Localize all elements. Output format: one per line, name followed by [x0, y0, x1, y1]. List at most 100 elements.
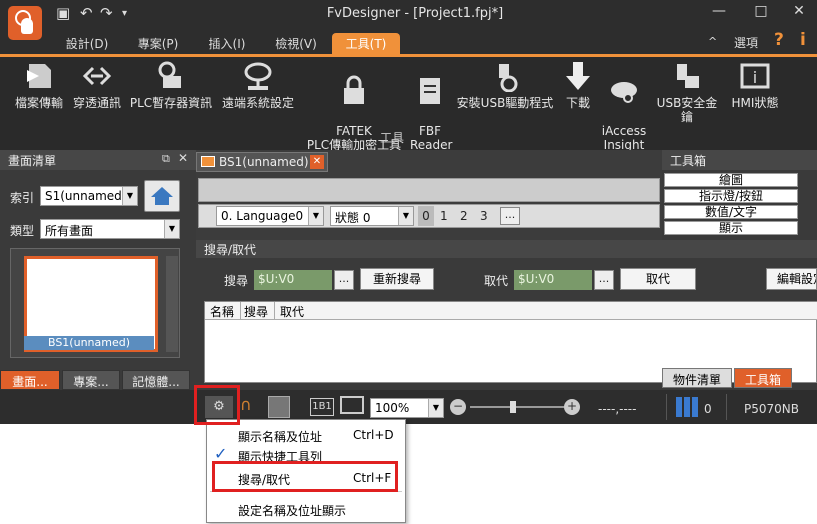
research-button[interactable]: 重新搜尋: [360, 268, 434, 290]
toolbox-header: 工具箱: [662, 150, 817, 170]
column-header-search[interactable]: 搜尋: [244, 303, 268, 320]
help-icon[interactable]: ?: [774, 30, 784, 50]
file-transfer-label: 檔案傳輸: [14, 96, 63, 110]
screen-list-title: 畫面清單: [8, 154, 57, 168]
column-divider: [274, 302, 275, 320]
file-transfer-button[interactable]: 檔案傳輸: [10, 60, 68, 110]
tab-insert[interactable]: 插入(I): [195, 33, 259, 54]
usb-key-icon: [671, 60, 703, 92]
search-input[interactable]: $U:V0: [254, 270, 332, 290]
hmi-status-label: HMI狀態: [731, 96, 779, 110]
fbf-reader-icon: [414, 74, 446, 106]
close-button[interactable]: ✕: [786, 3, 812, 19]
install-usb-driver-label: 安裝USB驅動程式: [456, 96, 554, 110]
tab-tools[interactable]: 工具(T): [332, 33, 400, 54]
search-label: 搜尋: [224, 274, 249, 288]
tab-toolbox[interactable]: 工具箱: [734, 368, 792, 388]
toolbox-item-drawing[interactable]: 繪圖: [664, 173, 798, 187]
svg-text:i: i: [753, 68, 757, 87]
app-logo-icon[interactable]: [8, 6, 42, 40]
toolbox-item-indicator[interactable]: 指示燈/按鈕: [664, 189, 798, 203]
replace-browse-button[interactable]: ...: [594, 270, 614, 290]
chevron-down-icon: ▼: [398, 207, 413, 225]
state-3-button[interactable]: 3: [480, 209, 488, 223]
tab-project[interactable]: 專案...: [62, 370, 120, 390]
save-icon[interactable]: ▣: [56, 4, 70, 22]
zoom-slider-thumb[interactable]: [510, 401, 516, 413]
state-2-button[interactable]: 2: [460, 209, 468, 223]
ribbon-group-label: 工具: [380, 131, 405, 145]
zoom-slider-track[interactable]: [470, 406, 564, 408]
language-value: 0. Language0: [221, 209, 304, 223]
zoom-select[interactable]: 100% ▼: [370, 398, 444, 418]
search-browse-button[interactable]: ...: [334, 270, 354, 290]
grid-snap-icon[interactable]: [268, 396, 290, 418]
document-tab-label: BS1(unnamed): [219, 155, 309, 169]
tab-view[interactable]: 檢視(V): [262, 33, 330, 54]
quick-access-dropdown-icon[interactable]: ▾: [122, 8, 127, 19]
download-button[interactable]: 下載: [560, 60, 596, 110]
edit-settings-button[interactable]: 編輯設定: [766, 268, 817, 290]
state-more-button[interactable]: ...: [500, 207, 520, 225]
replace-button[interactable]: 取代: [620, 268, 696, 290]
install-usb-driver-button[interactable]: 安裝USB驅動程式: [456, 60, 554, 110]
redo-icon[interactable]: ↷: [100, 4, 113, 22]
plc-register-info-button[interactable]: PLC暫存器資訊: [128, 60, 214, 110]
fbf-reader-label: FBF Reader: [410, 124, 453, 152]
object-count-icon: [676, 397, 700, 417]
thumbnail-scrollbar[interactable]: [166, 256, 178, 352]
language-select[interactable]: 0. Language0 ▼: [216, 206, 324, 226]
chevron-down-icon: ▼: [308, 207, 323, 225]
panel-close-icon[interactable]: ✕: [178, 151, 188, 165]
toolbox-item-numeric[interactable]: 數值/文字: [664, 205, 798, 219]
chevron-down-icon: ▼: [122, 187, 137, 205]
tab-screens[interactable]: 畫面...: [0, 370, 60, 390]
options-menu[interactable]: 選項: [734, 34, 758, 51]
usb-security-key-button[interactable]: USB安全金鑰: [652, 60, 722, 124]
magnet-icon[interactable]: ∩: [240, 395, 252, 414]
tab-design[interactable]: 設計(D): [52, 33, 122, 54]
pin-icon[interactable]: ⧉: [162, 152, 170, 166]
zoom-in-icon[interactable]: +: [564, 399, 580, 415]
tab-project[interactable]: 專案(P): [124, 33, 192, 54]
home-icon: [151, 187, 173, 205]
maximize-button[interactable]: □: [748, 3, 774, 19]
search-pane-title: 搜尋/取代: [204, 243, 257, 257]
state-1-button[interactable]: 1: [440, 209, 448, 223]
column-divider: [240, 302, 241, 320]
state-0-button[interactable]: 0: [418, 206, 434, 226]
pass-through-label: 穿透通訊: [72, 96, 121, 110]
tab-memory[interactable]: 記憶體...: [122, 370, 190, 390]
column-header-name[interactable]: 名稱: [210, 303, 234, 320]
document-tab[interactable]: BS1(unnamed): [196, 152, 328, 172]
replace-input[interactable]: $U:V0: [514, 270, 592, 290]
window-title: FvDesigner - [Project1.fpj*]: [326, 6, 504, 21]
state-select[interactable]: 狀態 0 ▼: [330, 206, 414, 226]
doc-close-icon[interactable]: ✕: [310, 155, 324, 169]
menu-bar: [0, 30, 817, 54]
minimize-button[interactable]: —: [706, 3, 732, 19]
collapse-ribbon-icon[interactable]: ^: [708, 35, 717, 48]
index-select[interactable]: S1(unnamed) ▼: [40, 186, 138, 206]
encrypt-lock-icon: [338, 74, 370, 106]
hmi-info-icon: i: [739, 60, 771, 92]
monitor-icon[interactable]: [340, 396, 364, 414]
menu-item-name-address-display-settings[interactable]: 設定名稱及位址顯示: [238, 502, 346, 519]
toolbox-item-display[interactable]: 顯示: [664, 221, 798, 235]
state-value: 狀態 0: [335, 211, 371, 225]
home-button[interactable]: [144, 180, 180, 212]
remote-settings-button[interactable]: 遠端系統設定: [218, 60, 298, 110]
hmi-status-button[interactable]: i HMI狀態: [728, 60, 782, 110]
pass-through-button[interactable]: 穿透通訊: [70, 60, 124, 110]
toolbox-title: 工具箱: [670, 154, 707, 168]
tab-object-list[interactable]: 物件清單: [662, 368, 732, 388]
iaccess-insight-label: iAccess Insight: [601, 124, 647, 152]
undo-icon[interactable]: ↶: [80, 4, 93, 22]
type-select[interactable]: 所有畫面 ▼: [40, 219, 180, 239]
zoom-out-icon[interactable]: −: [450, 399, 466, 415]
page-number-icon[interactable]: 1B1: [310, 398, 334, 416]
column-header-replace[interactable]: 取代: [280, 303, 304, 320]
info-icon[interactable]: i: [800, 30, 806, 50]
editor-toolbar-1: [198, 178, 660, 202]
menu-item-show-name-address[interactable]: 顯示名稱及位址: [238, 428, 322, 445]
